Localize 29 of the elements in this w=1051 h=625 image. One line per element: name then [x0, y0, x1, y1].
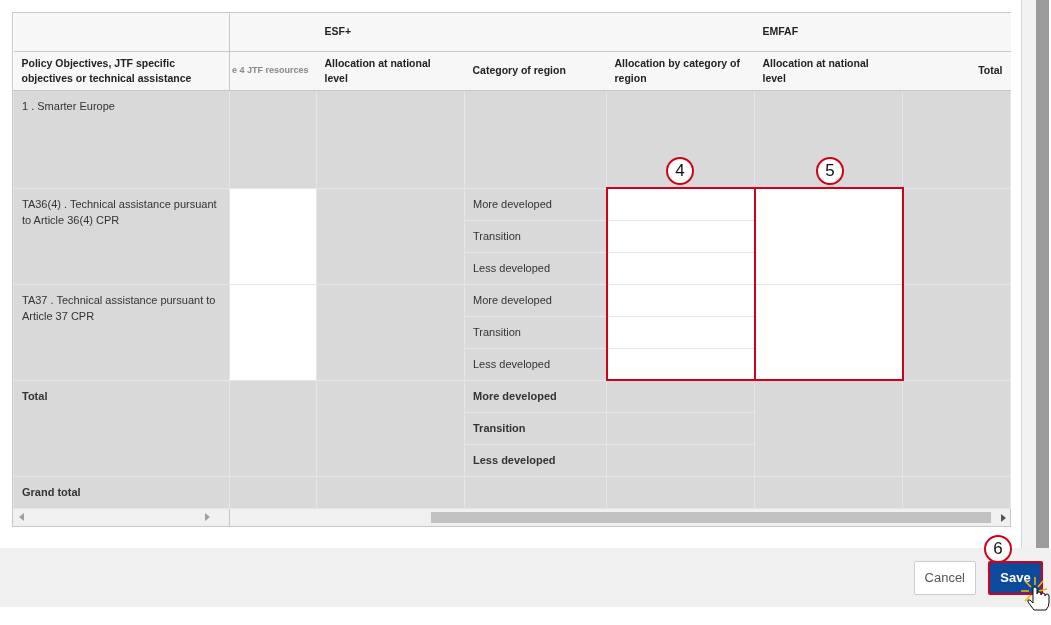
- category-label: More developed: [464, 284, 607, 316]
- column-header: Category of region: [464, 51, 607, 90]
- column-header: Allocation by category of region: [606, 51, 755, 90]
- column-header: Allocation at national level: [316, 51, 465, 90]
- column-group-header: ESF+: [316, 13, 755, 51]
- column-group-header: EMFAF: [754, 13, 903, 51]
- cancel-button[interactable]: Cancel: [913, 560, 976, 595]
- category-label: More developed: [464, 188, 607, 220]
- column-header: e 4 JTF resources: [229, 51, 317, 90]
- category-label: Less developed: [464, 444, 607, 476]
- column-header: Total: [902, 51, 1011, 90]
- category-label: Transition: [464, 220, 607, 252]
- column-header: Policy Objectives, JTF specific objectives or technical assistance: [13, 51, 230, 90]
- row-label: TA36(4) . Technical assistance pursuant to Article 36(4) CPR: [13, 188, 230, 284]
- column-header: Allocation at national level: [754, 51, 903, 90]
- scroll-left-icon[interactable]: [19, 513, 24, 521]
- category-label: Transition: [464, 316, 607, 348]
- row-label: TA37 . Technical assistance pursuant to Article 37 CPR: [13, 284, 230, 380]
- category-label: More developed: [464, 380, 607, 412]
- category-label: Transition: [464, 412, 607, 444]
- input-field[interactable]: [606, 188, 755, 220]
- category-label: Less developed: [464, 252, 607, 284]
- row-label: Grand total: [13, 476, 230, 508]
- input-field[interactable]: [754, 188, 903, 284]
- row-label: 1 . Smarter Europe: [13, 90, 230, 188]
- row-label: Total: [13, 380, 230, 476]
- category-label: Less developed: [464, 348, 607, 380]
- step-number: 6: [984, 534, 1012, 563]
- scroll-right-icon[interactable]: [1001, 514, 1006, 522]
